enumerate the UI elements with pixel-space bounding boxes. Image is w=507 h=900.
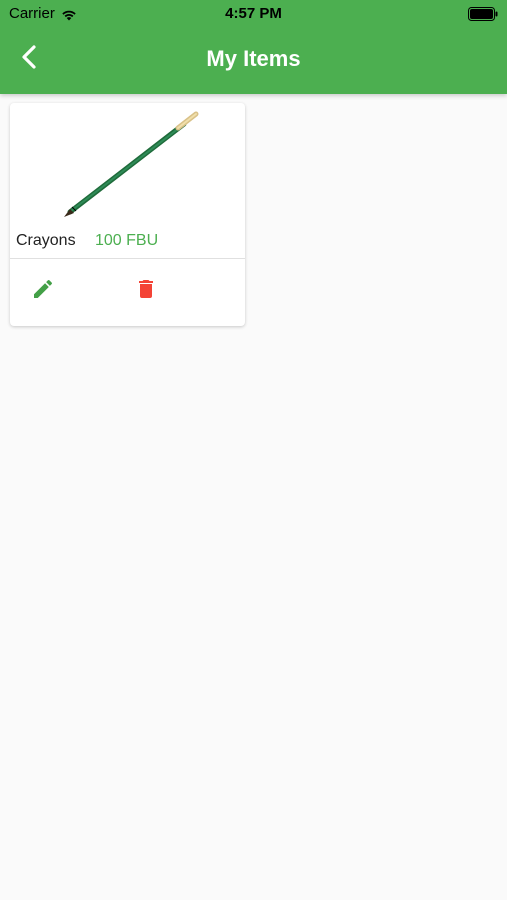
app-bar: Carrier 4:57 PM My Items	[0, 0, 507, 94]
divider	[10, 258, 245, 259]
status-bar: Carrier 4:57 PM	[0, 0, 507, 28]
edit-button[interactable]	[28, 276, 58, 306]
product-image	[10, 103, 245, 223]
pencil-icon	[31, 277, 55, 306]
page-title: My Items	[206, 46, 301, 71]
item-card[interactable]: Crayons 100 FBU	[10, 103, 245, 326]
battery-icon	[468, 7, 498, 21]
status-time: 4:57 PM	[225, 5, 282, 22]
item-name: Crayons	[16, 232, 76, 249]
item-price: 100 FBU	[95, 232, 159, 249]
my-items-screen: Carrier 4:57 PM My Items Crayons 100 FBU	[0, 0, 507, 900]
delete-button[interactable]	[131, 276, 161, 306]
trash-icon	[134, 277, 158, 306]
